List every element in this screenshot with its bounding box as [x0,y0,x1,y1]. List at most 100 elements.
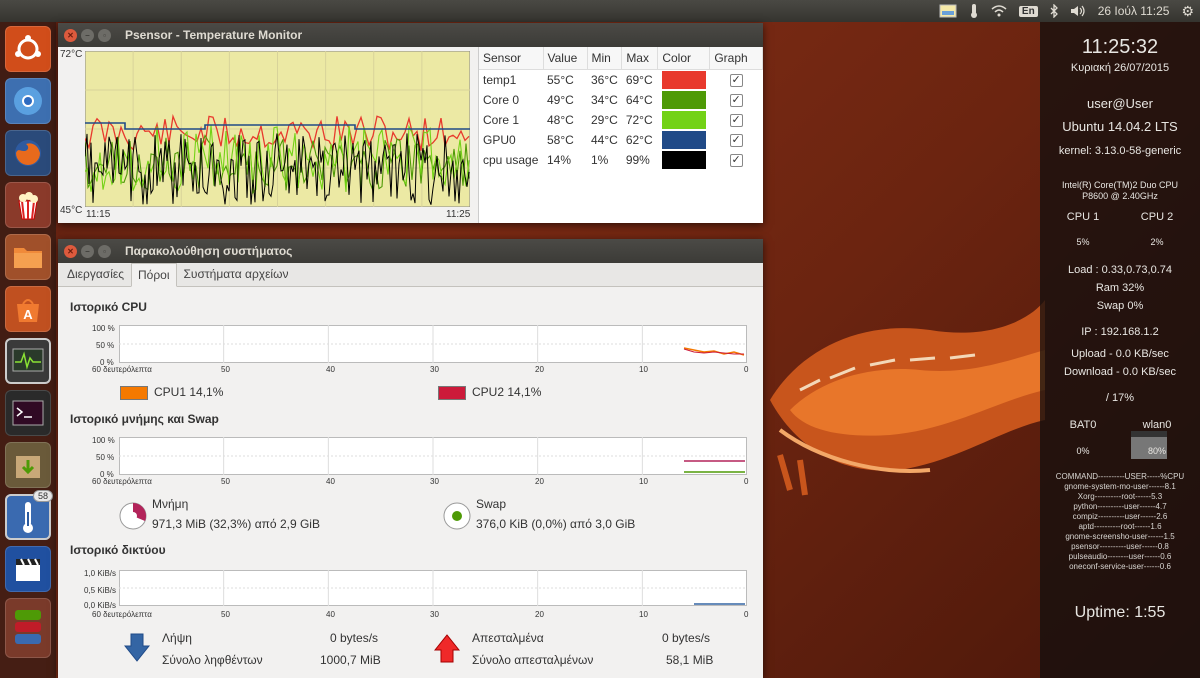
clock-datetime[interactable]: 26 Ιούλ 11:25 [1098,4,1170,18]
sensor-row[interactable]: Core 1 48°C 29°C 72°C ✓ [479,110,763,130]
indicator-image-icon[interactable] [939,4,957,18]
conky-upload: Upload - 0.0 KB/sec [1071,348,1169,360]
launcher-firefox[interactable] [5,130,51,176]
swap-pie-icon[interactable] [442,501,472,531]
sensor-row[interactable]: GPU0 58°C 44°C 62°C ✓ [479,130,763,150]
launcher-system-monitor[interactable] [5,338,51,384]
stacked-apps-icon [15,610,41,644]
mem-x-label-10: 10 [639,477,648,486]
launcher-chromium[interactable] [5,78,51,124]
cpu-graph-area: 100 % 50 % 0 % 60 δευτερόλεπτα 50 40 30 … [58,321,763,374]
cpu1-color-swatch[interactable] [120,385,148,400]
psensor-titlebar[interactable]: ✕ – ▫ Psensor - Temperature Monitor [58,23,763,47]
sensor-color-cell[interactable] [658,150,710,170]
sensor-color-cell[interactable] [658,130,710,150]
close-button[interactable]: ✕ [64,244,77,258]
swap-legend[interactable]: Swap 376,0 KiB (0,0%) από 3,0 GiB [442,497,742,537]
receiving-label: Λήψη [162,631,192,645]
conky-panel: 11:25:32 Κυριακή 26/07/2015 user@User Ub… [1040,22,1200,678]
launcher-ubuntu-dash[interactable] [5,26,51,72]
sensor-name: Core 1 [483,112,520,127]
minimize-button[interactable]: – [81,244,94,258]
launcher-video-editor[interactable] [5,546,51,592]
memory-pie-icon[interactable] [118,501,148,531]
tab-processes[interactable]: Διεργασίες [60,262,131,286]
graph-x-end-label: 11:25 [446,209,471,220]
sensor-color-swatch[interactable] [661,90,706,109]
mem-x-label-40: 40 [326,477,335,486]
network-history-title: Ιστορικό δικτύου [70,543,166,557]
column-header-min[interactable]: Min [587,47,623,70]
folder-icon [14,248,42,268]
cpu1-legend[interactable]: CPU1 14,1% [120,385,223,400]
graph-checkbox[interactable]: ✓ [729,154,743,167]
cpu-x-label-40: 40 [326,365,335,374]
conky-ip: IP : 192.168.1.2 [1081,326,1159,338]
sensor-row[interactable]: cpu usage 14% 1% 99% ✓ [479,150,763,170]
sensor-color-swatch[interactable] [661,110,706,129]
sensor-row[interactable]: Core 0 49°C 34°C 64°C ✓ [479,90,763,110]
cpu2-legend[interactable]: CPU2 14,1% [438,385,541,400]
total-sent-label: Σύνολο απεσταλμένων [472,653,594,667]
system-monitor-icon [12,348,44,372]
net-x-label-10: 10 [639,610,648,619]
bluetooth-icon[interactable] [1050,4,1058,18]
sysmon-titlebar[interactable]: ✕ – ▫ Παρακολούθηση συστήματος [58,239,763,263]
sensor-min: 44°C [591,132,618,147]
sensor-color-swatch[interactable] [661,70,706,89]
launcher-files[interactable] [5,234,51,280]
tab-file-systems[interactable]: Συστήματα αρχείων [177,262,296,286]
gear-icon[interactable]: ⚙ [1181,3,1194,20]
psensor-thermometer-icon [23,502,33,533]
launcher-psensor[interactable]: 58 [5,490,53,540]
upload-arrow-icon[interactable] [434,633,460,663]
maximize-button[interactable]: ▫ [98,244,111,258]
column-header-sensor[interactable]: Sensor [479,47,544,70]
keyboard-layout-indicator[interactable]: En [1018,5,1038,17]
memory-legend[interactable]: Μνήμη 971,3 MiB (32,3%) από 2,9 GiB [118,497,418,537]
close-button[interactable]: ✕ [64,28,77,42]
conky-cpu-model-1: Intel(R) Core(TM)2 Duo CPU [1061,180,1179,190]
graph-checkbox[interactable]: ✓ [729,94,743,107]
launcher-stacked-apps[interactable] [5,598,51,658]
sensor-name: Core 0 [483,92,520,107]
graph-checkbox[interactable]: ✓ [729,74,743,87]
minimize-button[interactable]: – [81,28,94,42]
launcher-terminal[interactable] [5,390,51,436]
cpu2-color-swatch[interactable] [438,385,466,400]
maximize-button[interactable]: ▫ [98,28,111,42]
chromium-icon [14,87,42,115]
sensor-min: 29°C [591,112,618,127]
column-header-max[interactable]: Max [621,47,659,70]
launcher-popcorn[interactable] [5,182,51,228]
unity-launcher: A 58 [0,22,56,678]
sensor-color-swatch[interactable] [661,130,706,149]
sensor-color-cell[interactable] [658,69,710,90]
launcher-archive-manager[interactable] [5,442,51,488]
thermometer-icon[interactable] [969,3,979,19]
sensor-color-cell[interactable] [658,90,710,110]
temperature-plot [85,51,470,207]
launcher-software-center[interactable]: A [5,286,51,332]
graph-checkbox[interactable]: ✓ [729,114,743,127]
sensor-name: cpu usage [483,152,539,167]
network-graph-area: 1,0 KiB/s 0,5 KiB/s 0,0 KiB/s 60 δευτερό… [58,565,763,621]
sensor-row[interactable]: temp1 55°C 36°C 69°C ✓ [479,69,763,90]
download-arrow-icon[interactable] [124,633,150,663]
volume-icon[interactable] [1070,5,1086,17]
sensor-color-cell[interactable] [658,110,710,130]
column-header-value[interactable]: Value [543,47,588,70]
net-y-label-max: 1,0 KiB/s [84,569,117,578]
conky-cpu2-label: CPU 2 [1140,211,1174,223]
conky-download: Download - 0.0 KB/sec [1064,366,1176,378]
sensor-max: 64°C [625,92,653,107]
conky-time: 11:25:32 [1081,36,1159,58]
graph-checkbox[interactable]: ✓ [729,134,743,147]
column-header-color[interactable]: Color [657,47,711,70]
sensor-color-swatch[interactable] [661,150,706,169]
sensor-value: 14% [547,152,572,167]
wifi-icon[interactable] [991,5,1007,17]
column-header-graph[interactable]: Graph [709,47,763,70]
svg-text:A: A [23,307,33,322]
tab-resources[interactable]: Πόροι [131,263,177,287]
